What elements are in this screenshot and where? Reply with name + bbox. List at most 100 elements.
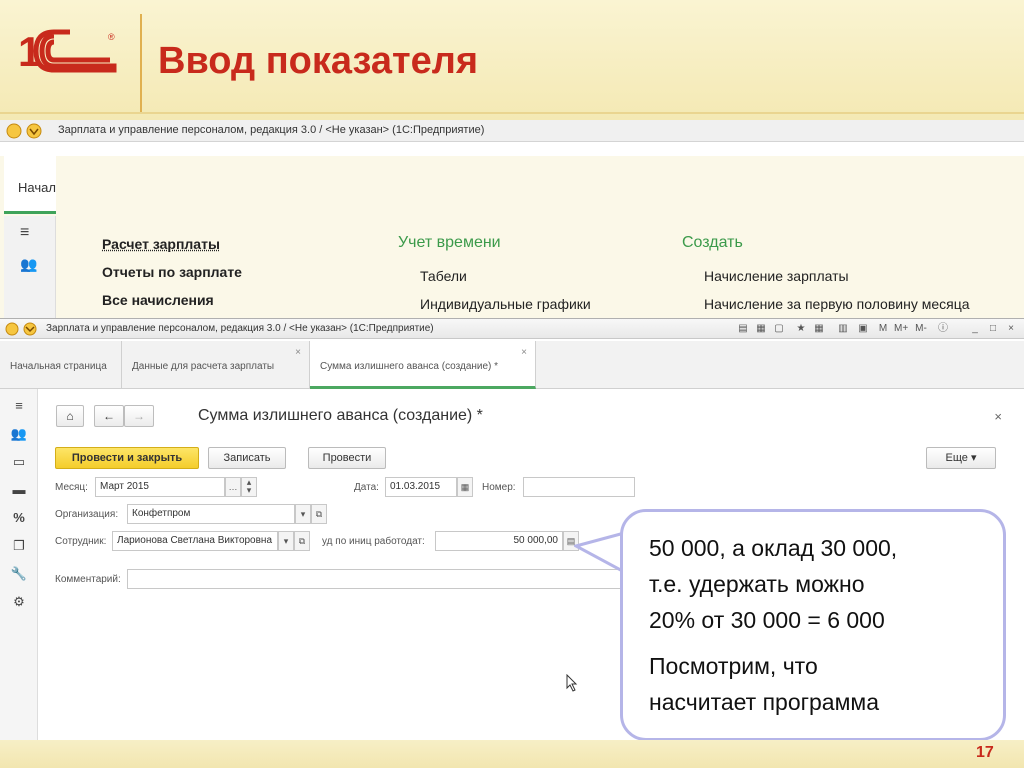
- background-window-title: Зарплата и управление персоналом, редакц…: [58, 124, 485, 136]
- gear-icon[interactable]: ⚙: [8, 591, 30, 613]
- month-label: Месяц:: [55, 482, 88, 493]
- link-half-month-accrual[interactable]: Начисление за первую половину месяца: [704, 296, 970, 312]
- header-rule: [0, 112, 1024, 114]
- print-icon[interactable]: ▦: [754, 322, 768, 336]
- more-button-label: Еще: [945, 452, 968, 464]
- organization-input[interactable]: Конфетпром: [127, 504, 295, 524]
- bg-sidebar: ≡ 👥: [4, 216, 56, 320]
- month-input[interactable]: Март 2015: [95, 477, 225, 497]
- save-button[interactable]: Записать: [208, 447, 286, 469]
- open-icon[interactable]: ⧉: [294, 531, 310, 551]
- save-icon[interactable]: ▤: [736, 322, 750, 336]
- callout-note: 50 000, а оклад 30 000, т.е. удержать мо…: [620, 509, 1006, 741]
- header-divider: [140, 14, 142, 112]
- link-timesheets[interactable]: Табели: [420, 268, 467, 284]
- tab-close-icon[interactable]: ×: [295, 347, 301, 358]
- card-icon[interactable]: ▭: [8, 451, 30, 473]
- forward-button[interactable]: →: [124, 405, 154, 427]
- organization-label: Организация:: [55, 509, 119, 520]
- memory-plus-icon[interactable]: M+: [894, 322, 908, 336]
- minimize-icon[interactable]: _: [968, 322, 982, 336]
- chevron-down-icon[interactable]: ▾: [278, 531, 294, 551]
- heading-time-tracking: Учет времени: [398, 234, 501, 251]
- window-titlebar: Зарплата и управление персоналом, редакц…: [0, 319, 1024, 339]
- tab-close-icon[interactable]: ×: [521, 347, 527, 358]
- more-button[interactable]: Еще ▾: [926, 447, 996, 469]
- background-body: Начал ≡ 👥 Расчет зарплаты Отчеты по зарп…: [0, 156, 1024, 320]
- link-salary-reports[interactable]: Отчеты по зарплате: [102, 264, 242, 280]
- tab-bar: Начальная страница Данные для расчета за…: [0, 341, 1024, 389]
- calendar-icon[interactable]: ▣: [856, 322, 870, 336]
- calculator-icon[interactable]: ▥: [836, 322, 850, 336]
- tab-salary-data[interactable]: Данные для расчета зарплаты ×: [122, 341, 310, 389]
- open-icon[interactable]: ⧉: [311, 504, 327, 524]
- calendar-icon[interactable]: ▦: [812, 322, 826, 336]
- link-all-accruals[interactable]: Все начисления: [102, 292, 214, 308]
- wallet-icon[interactable]: ▬: [8, 479, 30, 501]
- memory-m-icon[interactable]: M: [876, 322, 890, 336]
- favorites-icon[interactable]: ★: [794, 322, 808, 336]
- svg-text:®: ®: [108, 32, 115, 42]
- calendar-icon[interactable]: ▦: [457, 477, 473, 497]
- background-titlebar: Зарплата и управление персоналом, редакц…: [0, 120, 1024, 142]
- form-title: Сумма излишнего аванса (создание) *: [198, 407, 483, 424]
- 1c-logo: 1 ®: [18, 28, 117, 75]
- mouse-cursor-icon: [566, 674, 578, 692]
- footer-band: [0, 740, 1024, 768]
- users-icon[interactable]: 👥: [8, 423, 30, 445]
- callout-line: т.е. удержать можно: [649, 571, 865, 597]
- app-logo-icon: [6, 123, 42, 139]
- link-individual-schedules[interactable]: Индивидуальные графики: [420, 296, 591, 312]
- close-icon[interactable]: ×: [994, 409, 1002, 424]
- withheld-amount-label: уд по иниц работодат:: [322, 536, 425, 547]
- page-number: 17: [976, 744, 994, 761]
- number-input[interactable]: [523, 477, 635, 497]
- stepper-icon[interactable]: ▴ ▾: [241, 477, 257, 497]
- chevron-down-icon[interactable]: ▾: [295, 504, 311, 524]
- documents-icon[interactable]: ❐: [8, 535, 30, 557]
- wrench-icon[interactable]: 🔧: [8, 563, 30, 585]
- employee-label: Сотрудник:: [55, 536, 107, 547]
- comment-label: Комментарий:: [55, 574, 121, 585]
- home-button[interactable]: ⌂: [56, 405, 84, 427]
- app-logo-icon: [5, 322, 37, 336]
- bg-tab-home[interactable]: Начал: [4, 156, 56, 214]
- link-salary-calc[interactable]: Расчет зарплаты: [102, 236, 220, 252]
- background-window: Зарплата и управление персоналом, редакц…: [0, 120, 1024, 320]
- heading-create: Создать: [682, 234, 743, 251]
- number-label: Номер:: [482, 482, 516, 493]
- close-icon[interactable]: ×: [1004, 322, 1018, 336]
- employee-input[interactable]: Ларионова Светлана Викторовна: [112, 531, 278, 551]
- tab-label: Данные для расчета зарплаты: [132, 361, 275, 372]
- menu-icon[interactable]: ≡: [8, 395, 30, 417]
- callout-line: насчитает программа: [649, 689, 880, 715]
- window-title: Зарплата и управление персоналом, редакц…: [46, 323, 434, 334]
- callout-line: Посмотрим, что: [649, 653, 818, 679]
- bg-tab-label: Начал: [18, 180, 56, 195]
- link-salary-accrual[interactable]: Начисление зарплаты: [704, 268, 849, 284]
- post-and-close-button[interactable]: Провести и закрыть: [55, 447, 199, 469]
- withheld-amount-input[interactable]: 50 000,00: [435, 531, 563, 551]
- callout-text-1: 50 000, а оклад 30 000, т.е. удержать мо…: [649, 530, 977, 638]
- percent-icon[interactable]: %: [8, 507, 30, 529]
- slide-header: 1 ® Ввод показателя: [0, 0, 1024, 120]
- info-icon[interactable]: ⓘ: [936, 322, 950, 336]
- maximize-icon[interactable]: □: [986, 322, 1000, 336]
- copy-icon[interactable]: ▢: [772, 322, 786, 336]
- select-button[interactable]: …: [225, 477, 241, 497]
- tab-excess-advance[interactable]: Сумма излишнего аванса (создание) * ×: [310, 341, 536, 389]
- post-button[interactable]: Провести: [308, 447, 386, 469]
- callout-line: 50 000, а оклад 30 000,: [649, 535, 898, 561]
- menu-icon[interactable]: ≡: [20, 224, 29, 242]
- chevron-down-icon: ▾: [970, 452, 977, 464]
- date-input[interactable]: 01.03.2015: [385, 477, 457, 497]
- back-button[interactable]: ←: [94, 405, 124, 427]
- tab-home[interactable]: Начальная страница: [0, 341, 122, 389]
- callout-text-2: Посмотрим, что насчитает программа: [649, 648, 977, 720]
- slide-title: Ввод показателя: [158, 40, 479, 82]
- users-icon[interactable]: 👥: [20, 256, 37, 273]
- tab-label: Начальная страница: [10, 361, 107, 372]
- date-label: Дата:: [354, 482, 379, 493]
- memory-minus-icon[interactable]: M-: [914, 322, 928, 336]
- tab-label: Сумма излишнего аванса (создание) *: [320, 361, 499, 372]
